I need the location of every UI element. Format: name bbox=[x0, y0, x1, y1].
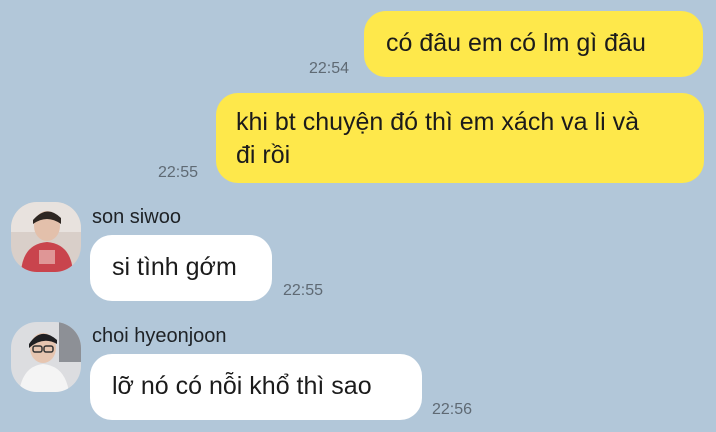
message-bubble[interactable]: si tình gớm bbox=[90, 235, 272, 301]
message-timestamp: 22:55 bbox=[283, 282, 324, 299]
avatar[interactable] bbox=[11, 322, 81, 392]
profile-photo-icon bbox=[11, 322, 81, 392]
message-text-line: đi rồi bbox=[236, 141, 291, 169]
sender-name: son siwoo bbox=[92, 206, 181, 228]
message-timestamp: 22:55 bbox=[158, 164, 199, 181]
message-text: có đâu em có lm gì đâu bbox=[386, 29, 646, 57]
message-timestamp: 22:56 bbox=[432, 401, 473, 418]
avatar[interactable] bbox=[11, 202, 81, 272]
message-text: si tình gớm bbox=[112, 253, 237, 281]
message-bubble[interactable]: khi bt chuyện đó thì em xách va li và đi… bbox=[216, 93, 704, 183]
message-bubble[interactable]: có đâu em có lm gì đâu bbox=[364, 11, 703, 77]
message-timestamp: 22:54 bbox=[309, 60, 350, 77]
profile-photo-icon bbox=[11, 202, 81, 272]
message-bubble[interactable]: lỡ nó có nỗi khổ thì sao bbox=[90, 354, 422, 420]
message-text: lỡ nó có nỗi khổ thì sao bbox=[112, 372, 372, 400]
message-text-line: khi bt chuyện đó thì em xách va li và bbox=[236, 108, 639, 136]
sender-name: choi hyeonjoon bbox=[92, 325, 227, 347]
